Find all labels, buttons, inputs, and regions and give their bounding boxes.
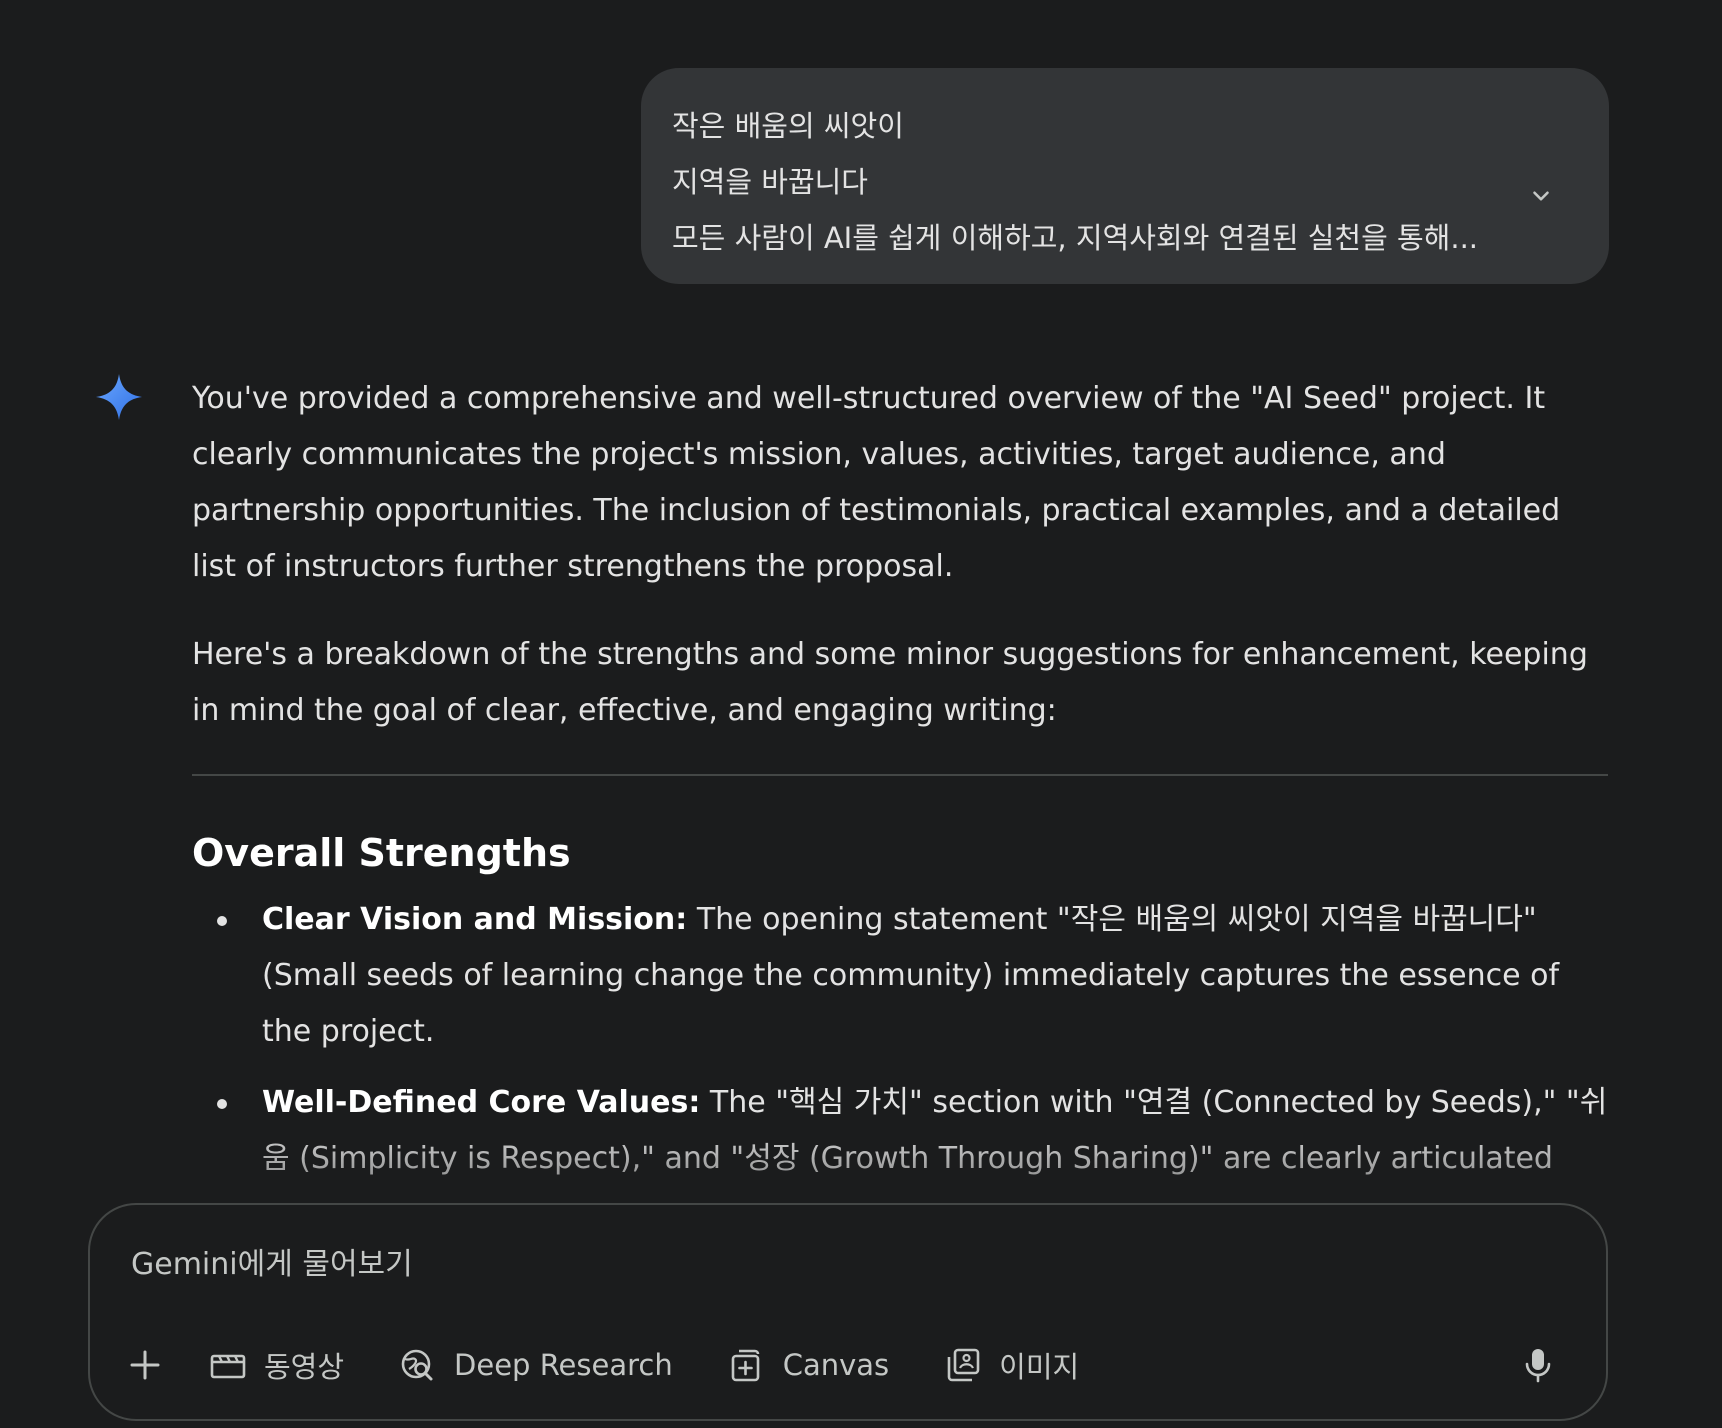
video-tool-button[interactable]: 동영상 — [210, 1335, 344, 1395]
add-attachment-button[interactable] — [120, 1335, 170, 1395]
microphone-button[interactable] — [1508, 1335, 1568, 1395]
user-prompt-line-2: 지역을 바꿉니다 — [672, 165, 868, 199]
chevron-down-icon — [1533, 191, 1549, 201]
model-response: You've provided a comprehensive and well… — [192, 371, 1610, 1191]
expand-prompt-button[interactable] — [1525, 180, 1557, 212]
horizontal-divider — [192, 774, 1608, 776]
image-tool-label: 이미지 — [999, 1350, 1080, 1384]
gemini-spark-icon — [96, 374, 142, 420]
canvas-label: Canvas — [782, 1348, 890, 1382]
gemini-chat-page: 작은 배움의 씨앗이 지역을 바꿉니다 모든 사람이 AI를 쉽게 이해하고, … — [0, 0, 1722, 1428]
plus-icon — [130, 1350, 160, 1380]
bullet-dot — [217, 1099, 227, 1109]
strengths-list: Clear Vision and Mission: The opening st… — [192, 892, 1610, 1191]
video-tool-label: 동영상 — [264, 1350, 345, 1384]
globe-search-icon — [401, 1349, 433, 1381]
section-heading: Overall Strengths — [192, 831, 571, 875]
response-paragraph: Here's a breakdown of the strengths and … — [192, 637, 1588, 728]
list-item: Clear Vision and Mission: The opening st… — [192, 892, 1610, 1060]
response-paragraph: You've provided a comprehensive and well… — [192, 381, 1561, 584]
deep-research-button[interactable]: Deep Research — [400, 1335, 673, 1395]
canvas-button[interactable]: Canvas — [729, 1335, 889, 1395]
canvas-icon — [731, 1349, 760, 1382]
prompt-input[interactable]: Gemini에게 물어보기 — [131, 1245, 1431, 1285]
list-item: Well-Defined Core Values: The "핵심 가치" se… — [192, 1075, 1610, 1191]
user-prompt-bubble: 작은 배움의 씨앗이 지역을 바꿉니다 모든 사람이 AI를 쉽게 이해하고, … — [641, 68, 1609, 284]
list-item-title: Well-Defined Core Values: — [262, 1085, 701, 1120]
input-toolbar: 동영상 Deep Research Canvas 이미지 — [120, 1335, 1079, 1395]
image-tool-button[interactable]: 이미지 — [945, 1335, 1079, 1395]
prompt-input-box[interactable]: Gemini에게 물어보기 동영상 Deep Research Canvas 이… — [88, 1203, 1608, 1421]
user-prompt-line-1: 작은 배움의 씨앗이 — [672, 109, 904, 143]
clapperboard-icon — [210, 1354, 246, 1379]
image-gallery-icon — [947, 1348, 980, 1382]
microphone-icon — [1525, 1349, 1551, 1383]
deep-research-label: Deep Research — [454, 1348, 673, 1382]
user-prompt-line-3: 모든 사람이 AI를 쉽게 이해하고, 지역사회와 연결된 실천을 통해... — [672, 221, 1479, 255]
list-item-title: Clear Vision and Mission: — [262, 902, 688, 937]
bullet-dot — [217, 916, 227, 926]
